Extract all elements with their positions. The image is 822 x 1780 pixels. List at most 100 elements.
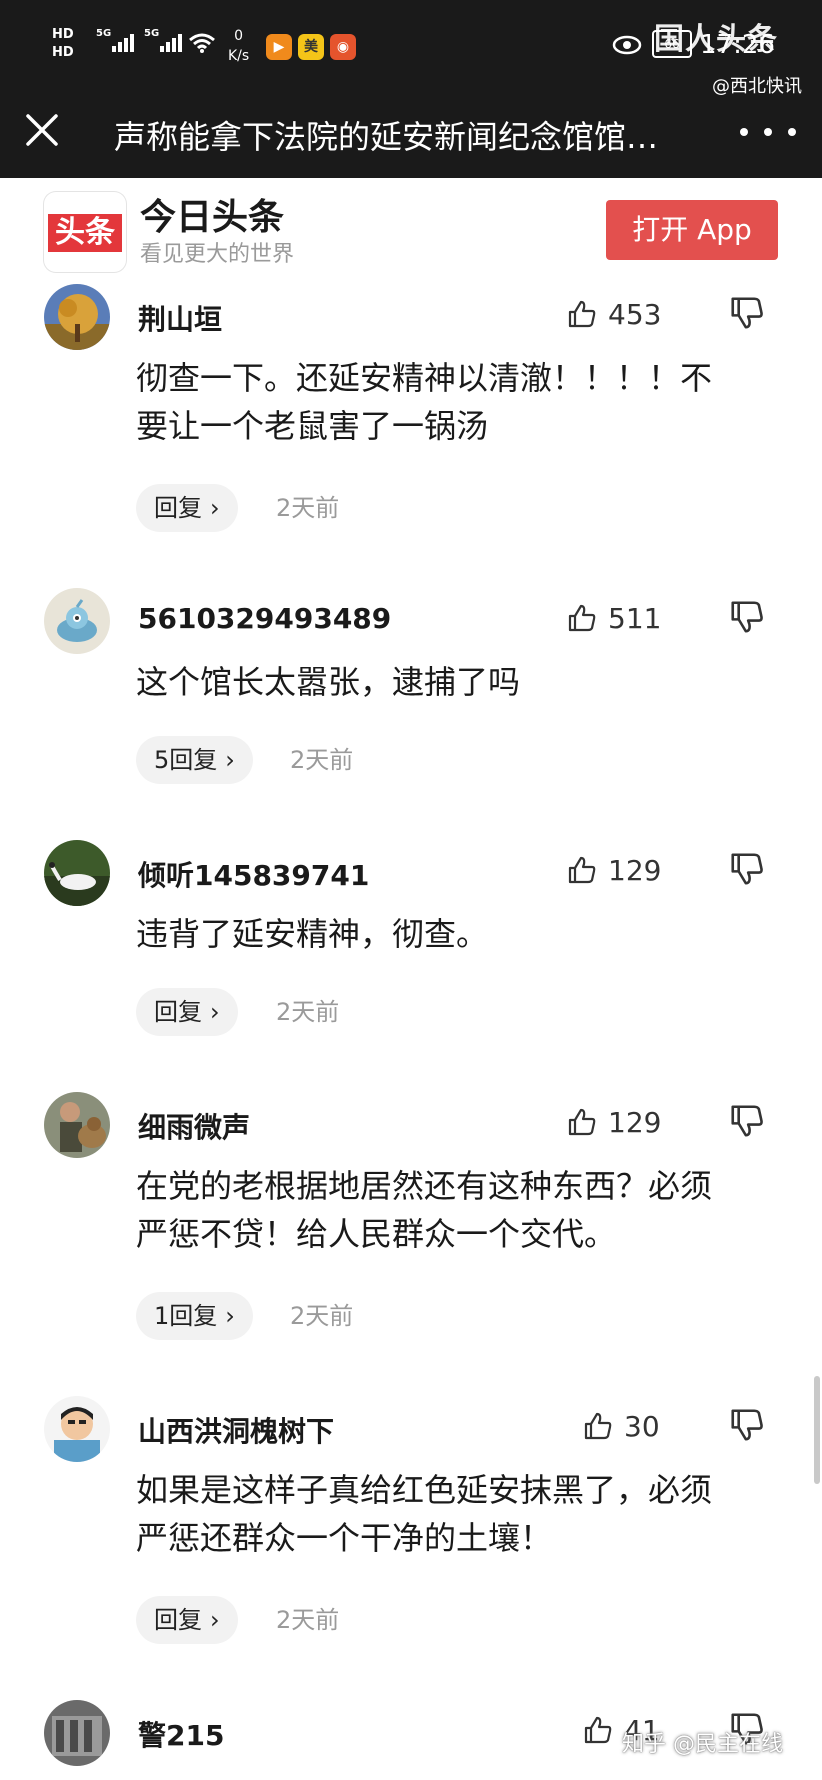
avatar[interactable] xyxy=(44,1092,110,1158)
reply-button[interactable]: 1回复 › xyxy=(136,1292,253,1340)
app-name: 今日头条 xyxy=(140,197,285,238)
app-banner: 头条 今日头条 看见更大的世界 打开 App xyxy=(0,178,822,278)
network-speed: 0 K/s xyxy=(228,26,249,66)
signal-icon-2 xyxy=(160,34,182,52)
chevron-right-icon: › xyxy=(225,1302,235,1330)
comment-text: 彻查一下。还延安精神以清澈！！！！不 要让一个老鼠害了一锅汤 xyxy=(136,354,776,450)
chevron-right-icon: › xyxy=(210,1606,220,1634)
network-type-2: 5G xyxy=(144,28,160,39)
thumbs-down-icon[interactable] xyxy=(728,850,766,888)
network-type-1: 5G xyxy=(96,28,112,39)
thumbs-up-icon xyxy=(584,1412,612,1440)
close-icon[interactable] xyxy=(22,110,62,150)
speed-value: 0 xyxy=(234,28,244,44)
wifi-icon xyxy=(189,33,215,53)
hd-indicator: HD HD xyxy=(52,26,74,62)
chevron-right-icon: › xyxy=(225,746,235,774)
reply-label: 回复 xyxy=(154,998,202,1026)
like-count: 511 xyxy=(608,601,662,635)
watermark-top: 国人头条 xyxy=(654,22,778,57)
thumbs-down-icon[interactable] xyxy=(728,294,766,332)
play-app-icon: ▶ xyxy=(266,34,292,60)
chevron-right-icon: › xyxy=(210,998,220,1026)
reply-button[interactable]: 回复 › xyxy=(136,1596,238,1644)
like-button[interactable]: 129 xyxy=(566,850,661,890)
username[interactable]: 倾听145839741 xyxy=(138,854,369,894)
comment-line: 严惩不贷！给人民群众一个交代。 xyxy=(136,1215,617,1253)
page-title: 声称能拿下法院的延安新闻纪念馆馆… xyxy=(114,118,659,156)
page-header: 声称能拿下法院的延安新闻纪念馆馆… xyxy=(0,96,822,178)
thumbs-up-icon xyxy=(568,856,596,884)
reply-button[interactable]: 5回复 › xyxy=(136,736,253,784)
shopping-app-icon: ◉ xyxy=(330,34,356,60)
comment-item: 5610329493489 511 这个馆长太嚣张，逮捕了吗 5回复 › 2天前 xyxy=(0,588,822,788)
thumbs-up-icon xyxy=(584,1716,612,1744)
like-count: 129 xyxy=(608,853,662,887)
reply-label: 回复 xyxy=(154,494,202,522)
comment-item: 山西洪洞槐树下 30 如果是这样子真给红色延安抹黑了，必须 严惩还群众一个干净的… xyxy=(0,1396,822,1646)
comment-line: 在党的老根据地居然还有这种东西？必须 xyxy=(136,1167,713,1205)
avatar[interactable] xyxy=(44,284,110,350)
logo-text: 头条 xyxy=(48,214,122,252)
comment-line: 要让一个老鼠害了一锅汤 xyxy=(136,407,489,445)
status-bar: HD HD 5G 5G 0 K/s ▶ 美 ◉ 66 17:26 国人头条 @西… xyxy=(0,0,822,97)
avatar[interactable] xyxy=(44,1700,110,1766)
username[interactable]: 荆山垣 xyxy=(138,298,222,338)
like-count: 453 xyxy=(608,297,662,331)
like-button[interactable]: 511 xyxy=(566,598,661,638)
comment-time: 2天前 xyxy=(276,494,340,522)
speed-unit: K/s xyxy=(228,48,250,64)
comment-text: 在党的老根据地居然还有这种东西？必须 严惩不贷！给人民群众一个交代。 xyxy=(136,1162,776,1258)
thumbs-up-icon xyxy=(568,300,596,328)
watermark-top-sub: @西北快讯 xyxy=(712,76,802,97)
open-app-button[interactable]: 打开 App xyxy=(606,200,778,260)
comment-line: 这个馆长太嚣张，逮捕了吗 xyxy=(136,663,521,701)
comment-line: 违背了延安精神，彻查。 xyxy=(136,915,489,953)
avatar[interactable] xyxy=(44,840,110,906)
comment-time: 2天前 xyxy=(290,1302,354,1330)
comment-item: 细雨微声 129 在党的老根据地居然还有这种东西？必须 严惩不贷！给人民群众一个… xyxy=(0,1092,822,1342)
like-button[interactable]: 453 xyxy=(566,294,661,334)
like-button[interactable]: 129 xyxy=(566,1102,661,1142)
thumbs-up-icon xyxy=(568,604,596,632)
signal-icon-1 xyxy=(112,34,134,52)
comment-text: 如果是这样子真给红色延安抹黑了，必须 严惩还群众一个干净的土壤！ xyxy=(136,1466,776,1562)
more-dots-icon[interactable] xyxy=(740,114,796,150)
hd-label-1: HD xyxy=(52,27,74,42)
comment-text: 这个馆长太嚣张，逮捕了吗 xyxy=(136,658,776,706)
like-button[interactable]: 30 xyxy=(582,1406,660,1446)
top-bar: HD HD 5G 5G 0 K/s ▶ 美 ◉ 66 17:26 国人头条 @西… xyxy=(0,0,822,178)
username[interactable]: 山西洪洞槐树下 xyxy=(138,1410,334,1450)
like-count: 30 xyxy=(624,1409,660,1443)
toutiao-logo: 头条 xyxy=(44,192,126,272)
hd-label-2: HD xyxy=(52,45,74,60)
comment-item: 倾听145839741 129 违背了延安精神，彻查。 回复 › 2天前 xyxy=(0,840,822,1040)
reply-label: 回复 xyxy=(154,1606,202,1634)
username[interactable]: 警215 xyxy=(138,1714,224,1754)
meituan-app-icon: 美 xyxy=(298,34,324,60)
comment-text: 违背了延安精神，彻查。 xyxy=(136,910,776,958)
thumbs-down-icon[interactable] xyxy=(728,598,766,636)
thumbs-down-icon[interactable] xyxy=(728,1406,766,1444)
like-count: 129 xyxy=(608,1105,662,1139)
comment-line: 彻查一下。还延安精神以清澈！！！！不 xyxy=(136,359,713,397)
comment-line: 严惩还群众一个干净的土壤！ xyxy=(136,1519,553,1557)
scrollbar[interactable] xyxy=(814,1376,820,1484)
app-slogan: 看见更大的世界 xyxy=(140,242,295,267)
watermark-bottom: 知乎 @民主在线 xyxy=(622,1732,783,1757)
reply-button[interactable]: 回复 › xyxy=(136,484,238,532)
comment-time: 2天前 xyxy=(276,1606,340,1634)
avatar[interactable] xyxy=(44,588,110,654)
comment-time: 2天前 xyxy=(290,746,354,774)
thumbs-up-icon xyxy=(568,1108,596,1136)
comment-line: 如果是这样子真给红色延安抹黑了，必须 xyxy=(136,1471,713,1509)
comment-item: 荆山垣 453 彻查一下。还延安精神以清澈！！！！不 要让一个老鼠害了一锅汤 回… xyxy=(0,284,822,544)
avatar[interactable] xyxy=(44,1396,110,1462)
reply-button[interactable]: 回复 › xyxy=(136,988,238,1036)
thumbs-down-icon[interactable] xyxy=(728,1102,766,1140)
comment-time: 2天前 xyxy=(276,998,340,1026)
username[interactable]: 细雨微声 xyxy=(138,1106,250,1146)
eye-icon xyxy=(612,35,642,55)
username[interactable]: 5610329493489 xyxy=(138,602,391,635)
reply-label: 1回复 xyxy=(154,1302,218,1330)
